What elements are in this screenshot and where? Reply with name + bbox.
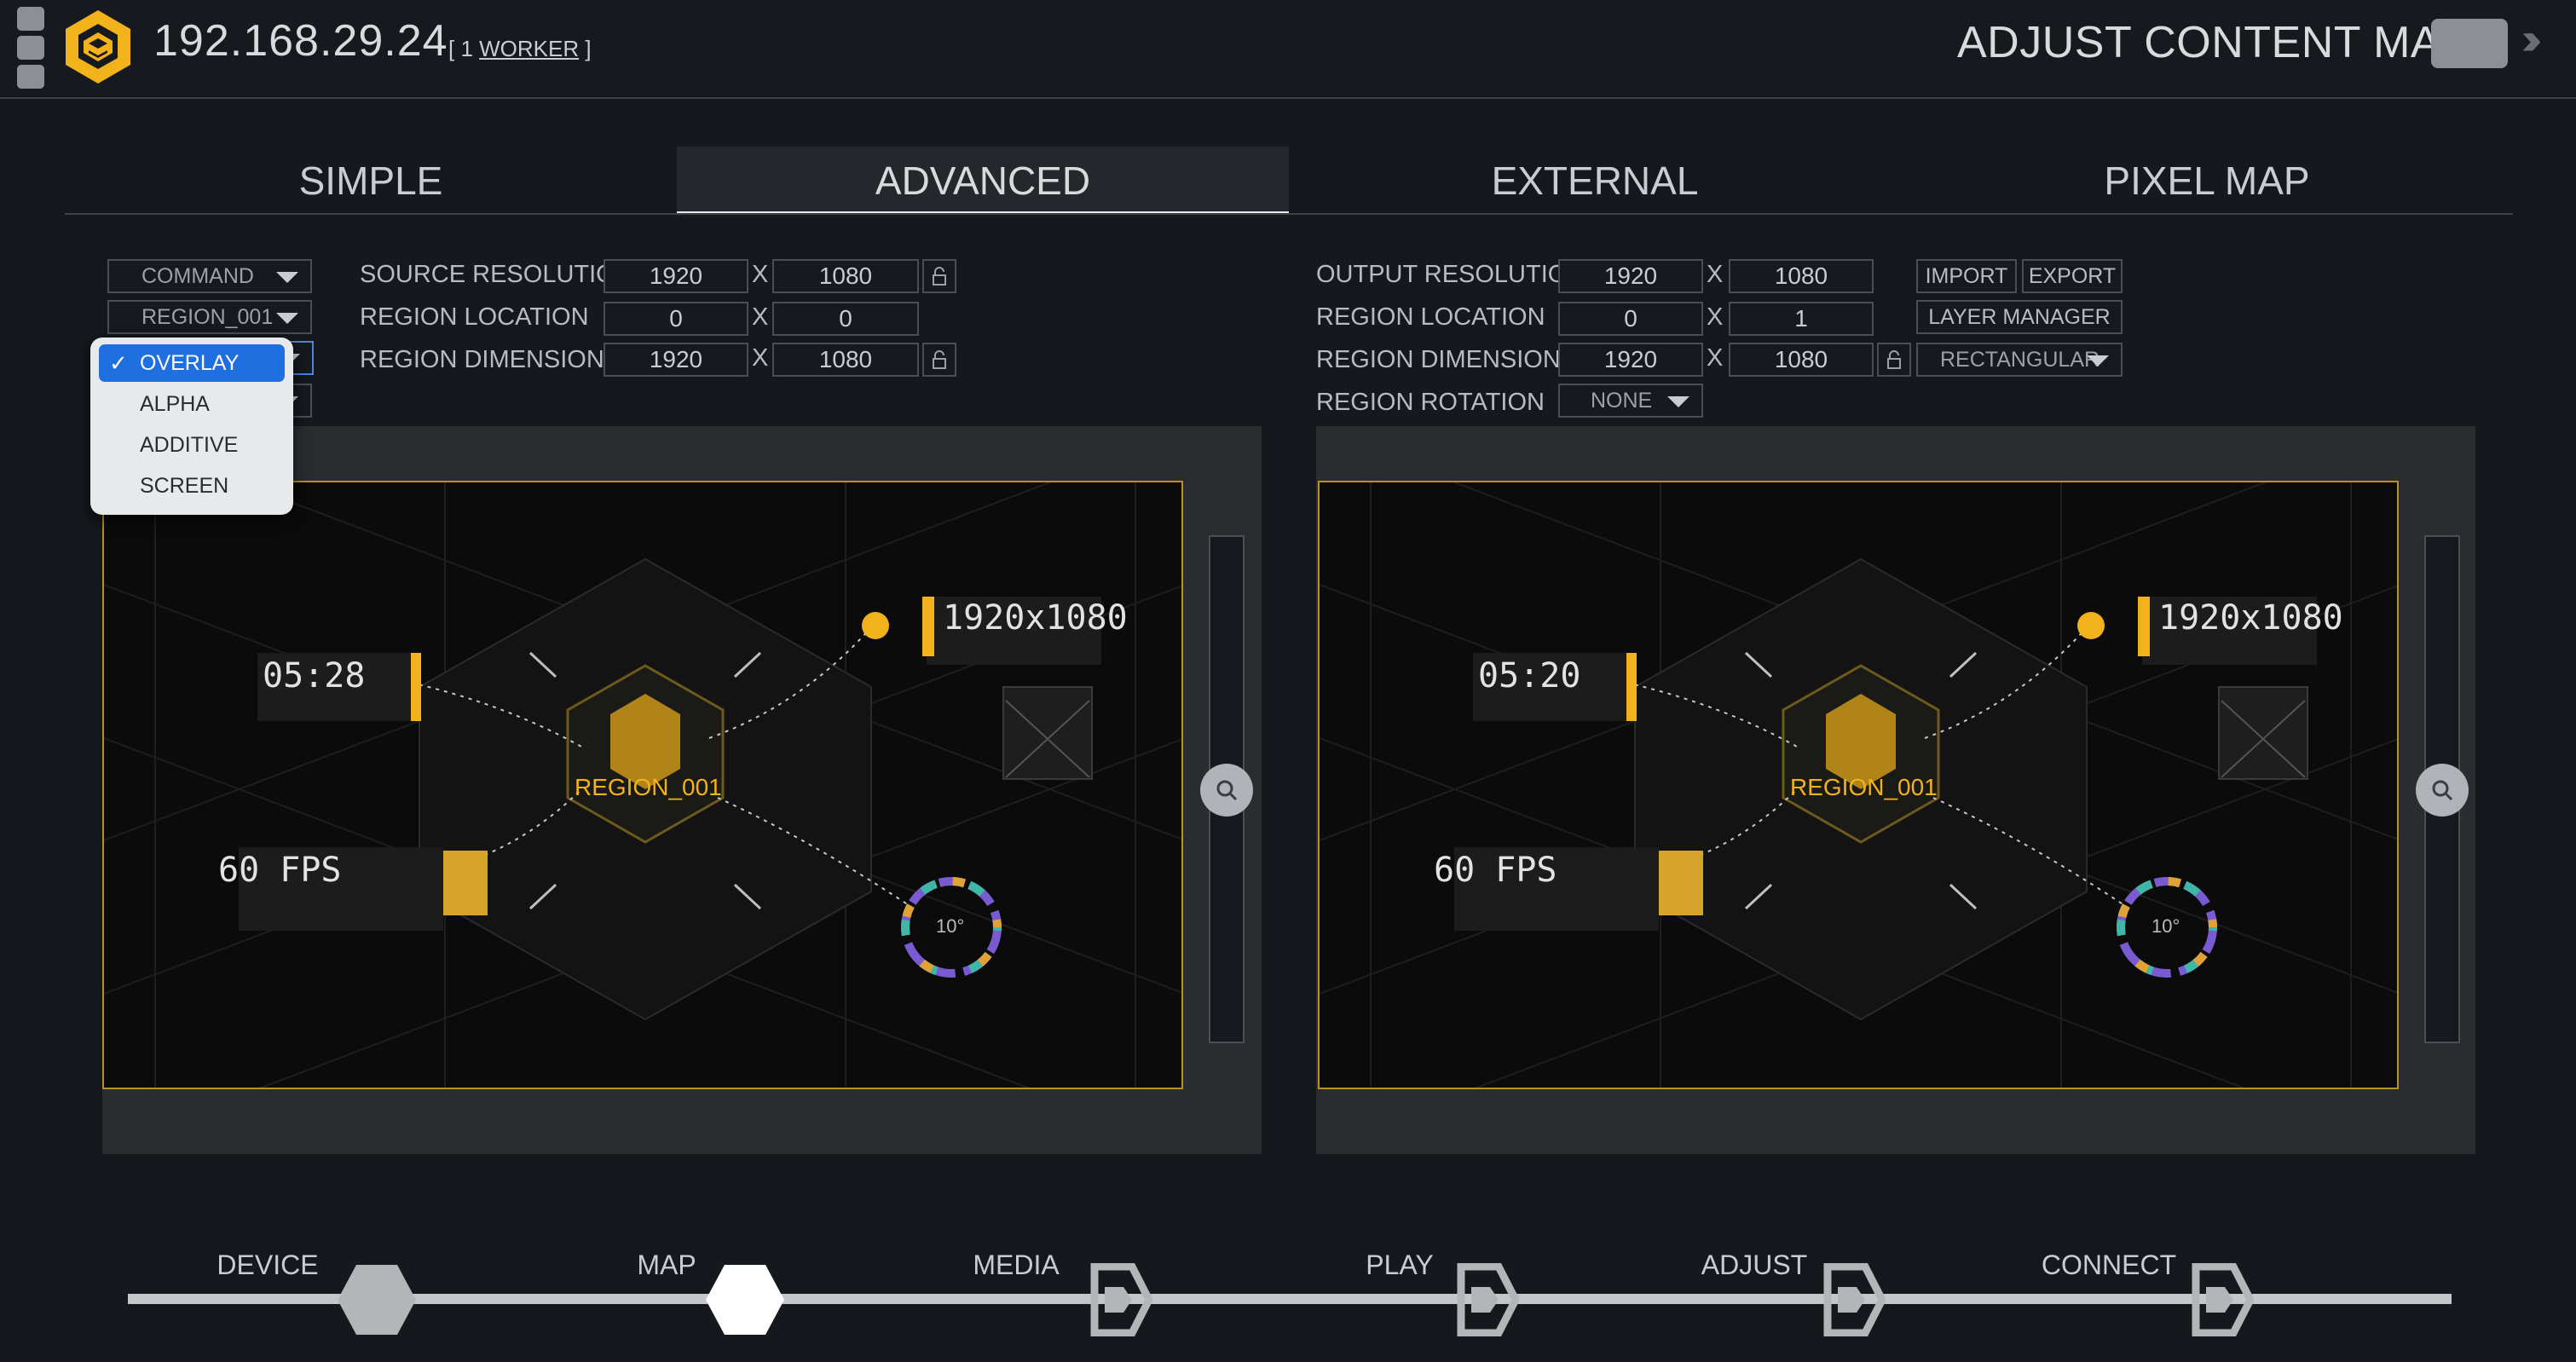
layer-manager-button[interactable]: LAYER MANAGER [1916,300,2123,334]
tab-divider [65,213,2513,215]
command-select[interactable]: COMMAND [107,259,312,293]
region-location-label: REGION LOCATION [360,303,589,331]
lock-icon[interactable] [922,259,956,293]
expand-chevrons-icon[interactable]: ››› [2521,14,2542,65]
output-dimension-height-input[interactable]: 1080 [1729,343,1874,377]
export-button[interactable]: EXPORT [2022,259,2123,293]
source-width-input[interactable]: 1920 [604,259,748,293]
step-media-hexagon-icon[interactable] [1077,1262,1154,1341]
output-location-y-input[interactable]: 1 [1729,302,1874,336]
dial-readout: 10° [936,915,965,937]
location-y-input[interactable]: 0 [772,302,919,336]
step-device-hexagon-icon[interactable] [336,1263,418,1341]
dimension-width-input[interactable]: 1920 [604,343,748,377]
region-name-label: REGION_001 [1790,774,1938,800]
step-progress-line [128,1294,2452,1304]
timer-readout: 05:20 [1478,656,1581,695]
step-label-connect: CONNECT [2041,1249,2177,1280]
source-resolution-label: SOURCE RESOLUTION [360,261,633,288]
device-ip: 192.168.29.24 [153,16,448,66]
fps-readout: 60 FPS [1434,851,1557,890]
location-x-input[interactable]: 0 [604,302,748,336]
region-select[interactable]: REGION_001 [107,300,312,334]
blend-mode-menu: ✓ OVERLAY ALPHA ADDITIVE SCREEN [90,338,293,515]
rotation-select[interactable]: NONE [1558,384,1703,418]
x-separator: X [752,344,769,372]
zoom-icon[interactable] [2416,764,2469,817]
output-dimension-width-input[interactable]: 1920 [1558,343,1703,377]
output-preview[interactable]: 05:20 60 FPS 1920x1080 10° REGION_001 [1318,481,2399,1089]
x-separator: X [1707,261,1724,288]
workers-link[interactable]: WORKER [479,36,579,61]
output-resolution-label: OUTPUT RESOLUTION [1316,261,1585,288]
region-rotation-label: REGION ROTATION [1316,389,1545,416]
resolution-readout: 1920x1080 [2158,598,2343,638]
toggle-switch[interactable] [2431,19,2508,68]
x-separator: X [1707,344,1724,372]
resolution-readout: 1920x1080 [943,598,1128,638]
shape-select[interactable]: RECTANGULAR [1916,343,2123,377]
region-dimensions-label: REGION DIMENSIONS [1316,346,1578,373]
output-location-x-input[interactable]: 0 [1558,302,1703,336]
dimension-height-input[interactable]: 1080 [772,343,919,377]
menu-item-alpha[interactable]: ALPHA [99,385,285,423]
region-location-label: REGION LOCATION [1316,303,1545,331]
page-title: ADJUST CONTENT MAP [1957,18,2471,67]
lock-icon[interactable] [1877,343,1911,377]
tab-simple[interactable]: SIMPLE [65,147,677,215]
menu-item-overlay[interactable]: ✓ OVERLAY [99,344,285,382]
step-map-hexagon-icon[interactable] [704,1263,786,1341]
menu-item-additive[interactable]: ADDITIVE [99,426,285,464]
timer-readout: 05:28 [263,656,366,695]
worker-count: [ 1 WORKER ] [448,36,592,61]
source-height-input[interactable]: 1080 [772,259,919,293]
zoom-icon[interactable] [1200,764,1253,817]
x-separator: X [752,303,769,331]
step-connect-hexagon-icon[interactable] [2179,1262,2255,1341]
step-play-hexagon-icon[interactable] [1444,1262,1521,1341]
menu-icon[interactable] [17,7,44,89]
menu-item-screen[interactable]: SCREEN [99,467,285,505]
step-label-media: MEDIA [973,1249,1060,1280]
tab-pixel-map[interactable]: PIXEL MAP [1901,147,2513,215]
check-icon: ✓ [109,350,128,376]
tab-advanced[interactable]: ADVANCED [677,147,1289,215]
output-height-input[interactable]: 1080 [1729,259,1874,293]
lock-icon[interactable] [922,343,956,377]
x-separator: X [752,261,769,288]
region-dimensions-label: REGION DIMENSIONS [360,346,621,373]
x-separator: X [1707,303,1724,331]
fps-readout: 60 FPS [218,851,342,890]
step-adjust-hexagon-icon[interactable] [1811,1262,1887,1341]
source-preview[interactable]: 05:28 60 FPS 1920x1080 10° REGION_001 [102,481,1183,1089]
tab-external[interactable]: EXTERNAL [1289,147,1901,215]
dial-readout: 10° [2151,915,2180,937]
output-width-input[interactable]: 1920 [1558,259,1703,293]
app-logo-icon [63,9,133,85]
import-button[interactable]: IMPORT [1916,259,2017,293]
step-label-device: DEVICE [217,1249,319,1280]
region-name-label: REGION_001 [575,774,722,800]
